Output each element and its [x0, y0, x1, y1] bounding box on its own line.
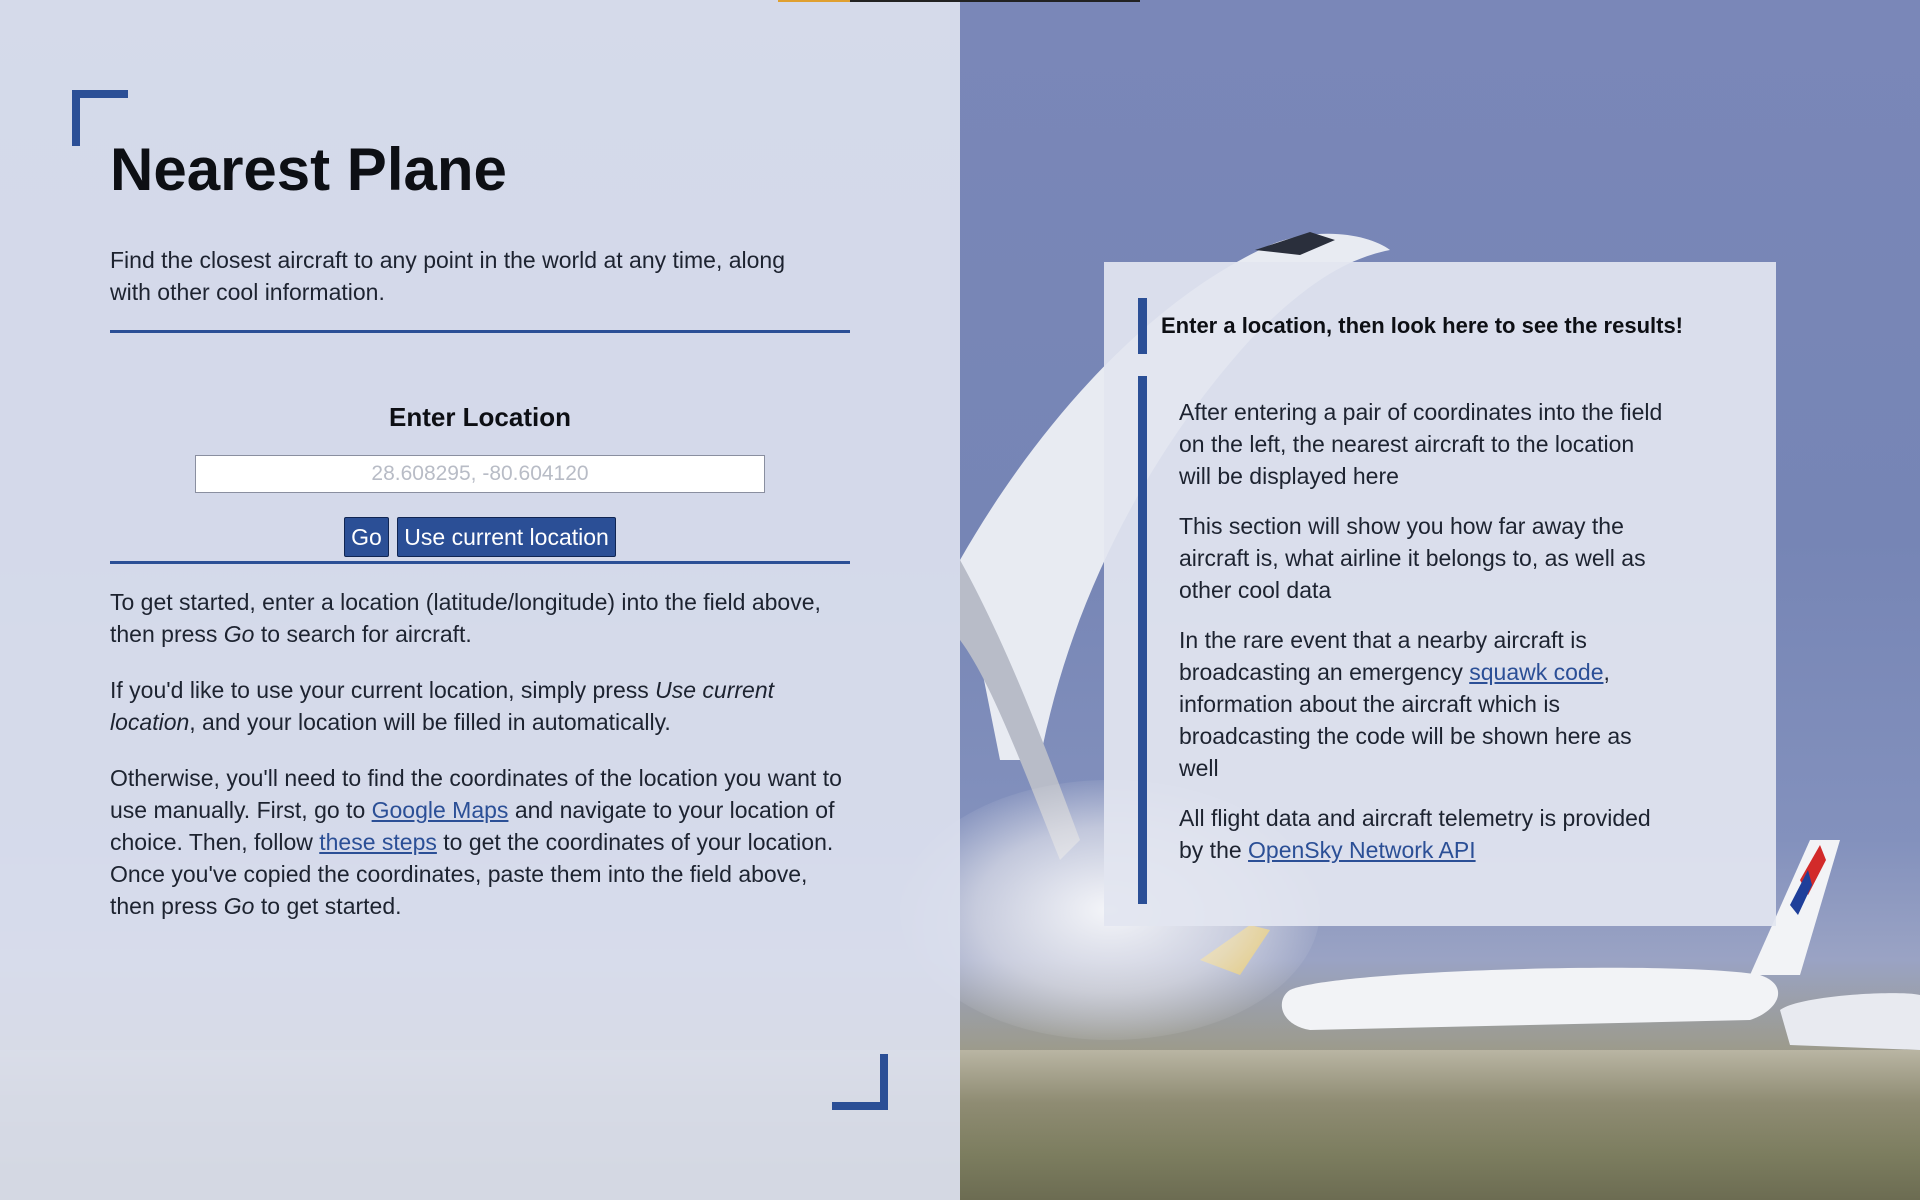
instructions-text: If you'd like to use your current locati…: [110, 677, 656, 703]
results-paragraph-3: In the rare event that a nearby aircraft…: [1179, 624, 1669, 784]
use-current-location-button[interactable]: Use current location: [397, 517, 616, 557]
page: Nearest Plane Find the closest aircraft …: [0, 0, 1920, 1200]
instructions-emphasis: Go: [223, 893, 255, 919]
squawk-code-link[interactable]: squawk code: [1469, 659, 1603, 685]
results-paragraph-2: This section will show you how far away …: [1179, 513, 1646, 603]
divider-bottom: [110, 561, 850, 564]
top-accent-bar: [778, 0, 1140, 2]
instructions: To get started, enter a location (latitu…: [110, 586, 850, 922]
instructions-text: , and your location will be filled in au…: [189, 709, 671, 735]
instructions-paragraph-1: To get started, enter a location (latitu…: [110, 586, 850, 650]
results-paragraph-1: After entering a pair of coordinates int…: [1179, 399, 1663, 489]
airliner-body: [1281, 967, 1779, 1030]
top-accent-orange: [778, 0, 850, 2]
results-body: After entering a pair of coordinates int…: [1138, 376, 1669, 904]
opensky-api-link[interactable]: OpenSky Network API: [1248, 837, 1476, 863]
instructions-emphasis: Go: [223, 621, 255, 647]
results-heading: Enter a location, then look here to see …: [1138, 298, 1776, 354]
intro-text: Find the closest aircraft to any point i…: [110, 247, 786, 305]
main-content: Nearest Plane Find the closest aircraft …: [110, 120, 850, 946]
google-maps-link[interactable]: Google Maps: [372, 797, 509, 823]
form-heading: Enter Location: [388, 402, 571, 432]
button-row: Go Use current location: [110, 517, 850, 557]
results-card: Enter a location, then look here to see …: [1104, 262, 1776, 926]
page-title: Nearest Plane: [110, 136, 507, 203]
these-steps-link[interactable]: these steps: [319, 829, 437, 855]
location-form: Enter Location Go Use current location: [110, 333, 850, 561]
instructions-paragraph-3: Otherwise, you'll need to find the coord…: [110, 762, 850, 922]
results-paragraph-4: All flight data and aircraft telemetry i…: [1179, 802, 1669, 866]
instructions-text: to get started.: [254, 893, 402, 919]
instructions-text: to search for aircraft.: [254, 621, 472, 647]
location-input[interactable]: [195, 455, 765, 493]
second-airliner: [1780, 993, 1920, 1050]
instructions-paragraph-2: If you'd like to use your current locati…: [110, 674, 850, 738]
go-button[interactable]: Go: [344, 517, 389, 557]
corner-bracket-bottom-right: [832, 1054, 888, 1110]
